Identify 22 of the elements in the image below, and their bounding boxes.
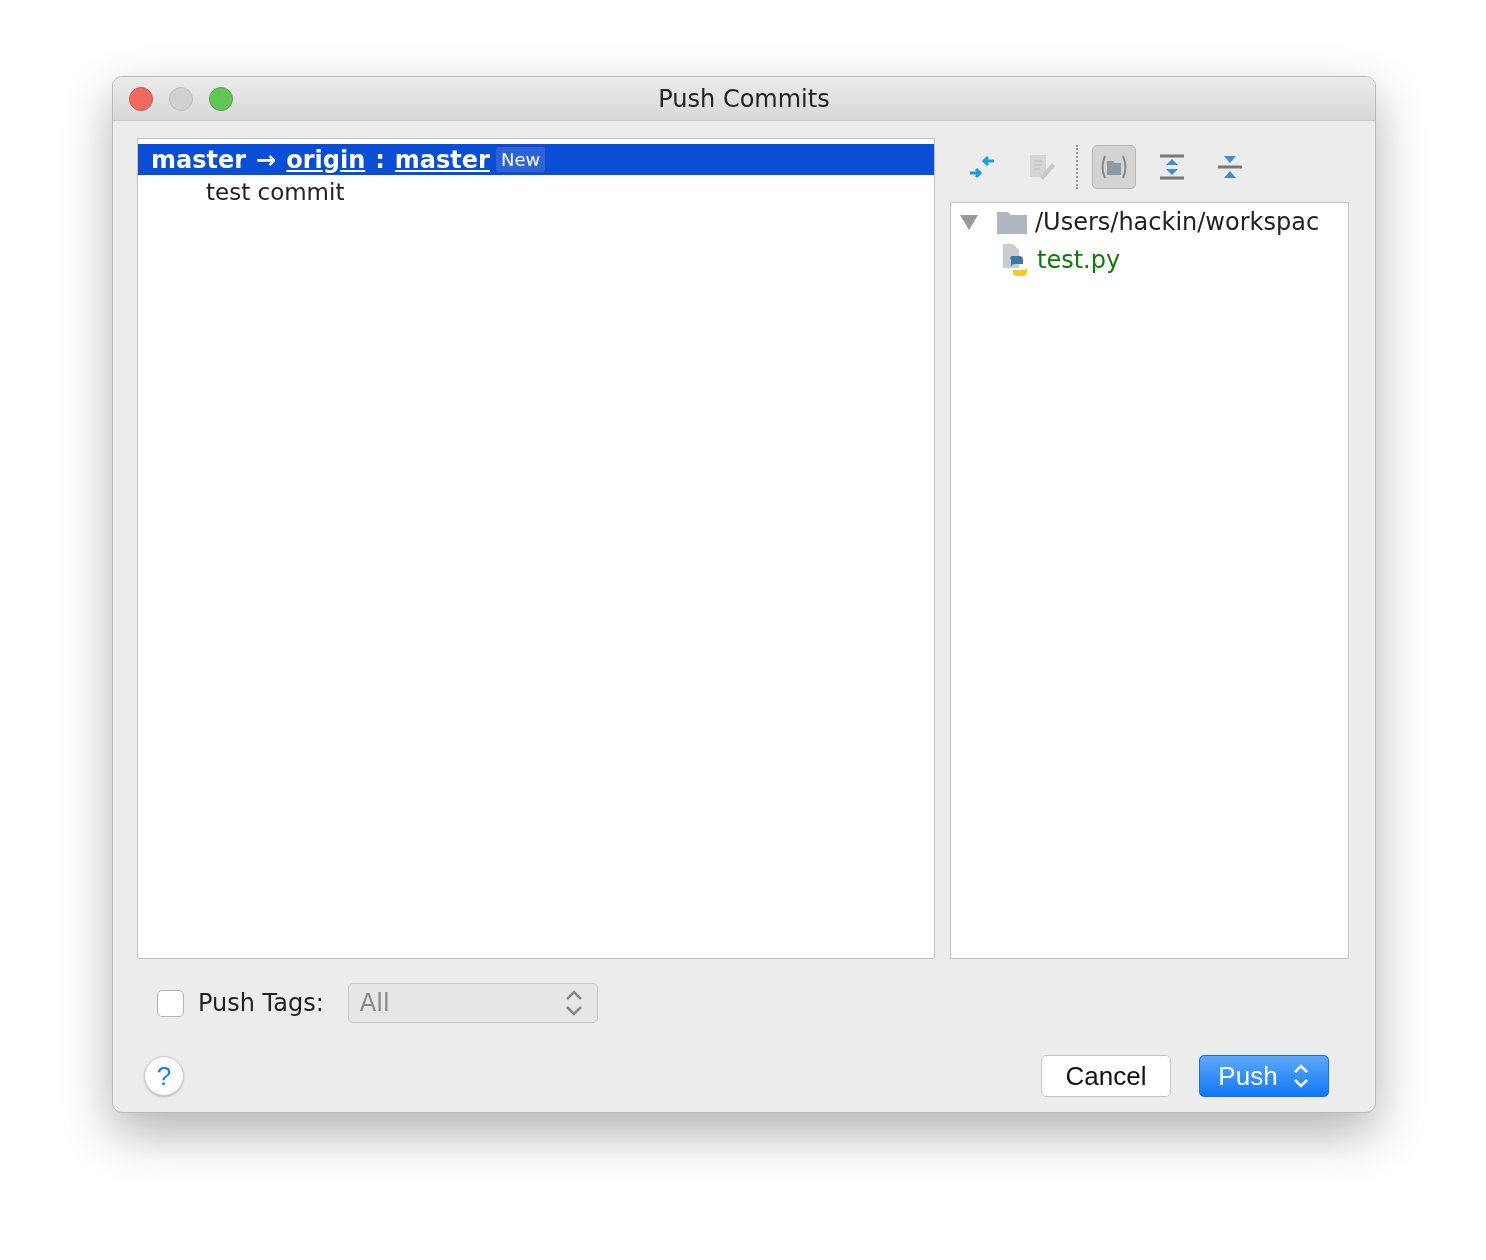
zoom-button[interactable] [209,86,233,111]
window-title: Push Commits [658,84,830,113]
help-button[interactable]: ? [144,1056,184,1096]
folder-name[interactable]: /Users/hackin/workspac [1035,208,1320,236]
push-tags-label: Push Tags: [198,989,324,1017]
chevron-updown-icon [1291,1062,1310,1090]
target-branch-link[interactable]: master [394,145,490,174]
minimize-button[interactable] [169,86,193,111]
cancel-button[interactable]: Cancel [1041,1055,1171,1097]
folder-icon [997,210,1027,234]
python-file-icon [1001,244,1029,276]
expanded-arrow-icon[interactable] [959,212,979,232]
folder-button[interactable] [1092,145,1136,189]
arrow-text: → [256,145,277,174]
separator-text: : [375,145,385,174]
file-name[interactable]: test.py [1037,246,1121,274]
new-badge: New [495,147,546,172]
remote-link[interactable]: origin [286,145,366,174]
source-branch: master [151,145,247,174]
close-button[interactable] [129,86,153,111]
branch-row[interactable]: master → origin : master New [138,144,934,175]
commit-message[interactable]: test commit [206,179,345,205]
